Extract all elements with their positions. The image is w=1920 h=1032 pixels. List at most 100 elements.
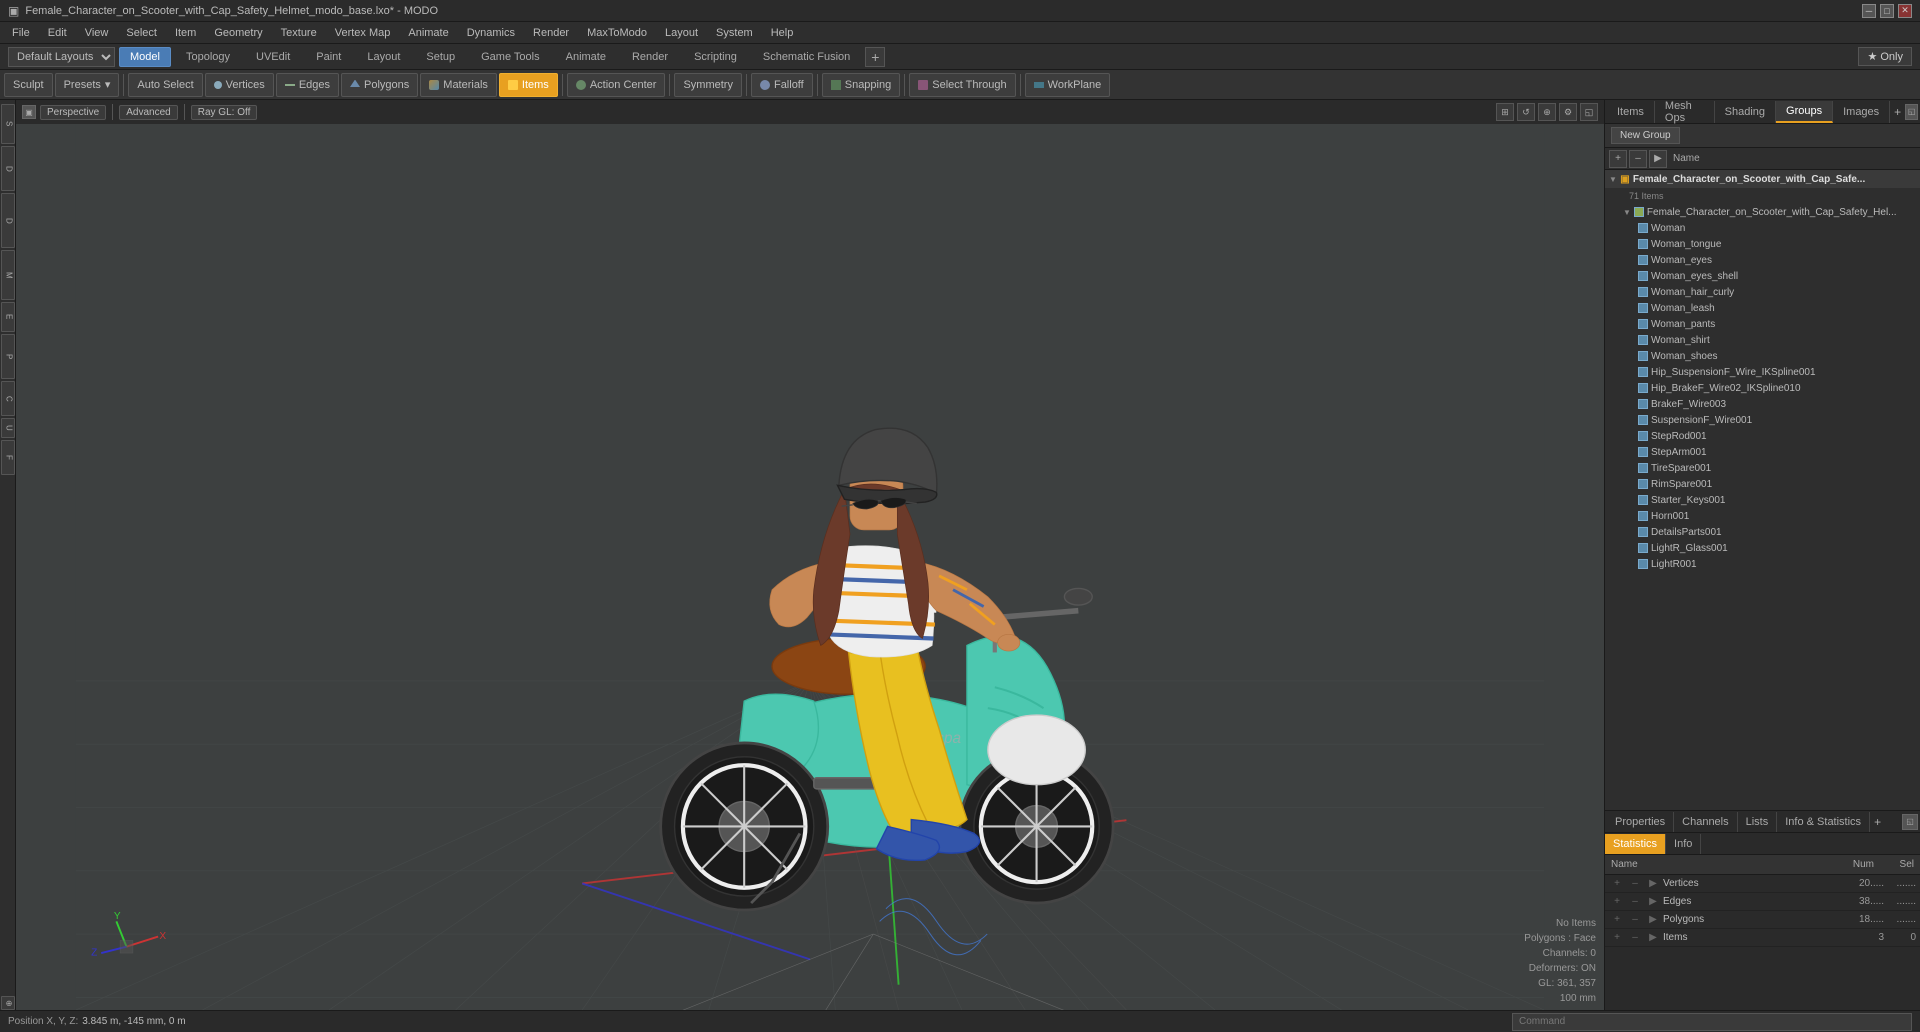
panel-tab-items[interactable]: Items — [1607, 101, 1655, 123]
list-item[interactable]: DetailsParts001 — [1605, 524, 1920, 540]
tab-scripting[interactable]: Scripting — [683, 47, 748, 67]
list-item[interactable]: Woman_eyes_shell — [1605, 268, 1920, 284]
subtab-statistics[interactable]: Statistics — [1605, 834, 1666, 854]
presets-button[interactable]: Presets ▾ — [55, 73, 120, 97]
minimize-button[interactable]: ─ — [1862, 4, 1876, 18]
tab-render[interactable]: Render — [621, 47, 679, 67]
stats-minus-icon[interactable]: – — [1627, 932, 1643, 943]
list-item[interactable]: Starter_Keys001 — [1605, 492, 1920, 508]
sidebar-curve[interactable]: C — [1, 381, 15, 416]
stats-play-icon[interactable]: ▶ — [1645, 896, 1661, 907]
command-input[interactable]: Command — [1512, 1013, 1912, 1031]
viewport-zoom-icon[interactable]: ⊕ — [1538, 103, 1556, 121]
titlebar-controls[interactable]: ─ □ ✕ — [1862, 4, 1912, 18]
tab-model[interactable]: Model — [119, 47, 171, 67]
menu-file[interactable]: File — [4, 25, 38, 41]
menu-item[interactable]: Item — [167, 25, 204, 41]
list-item[interactable]: Woman_pants — [1605, 316, 1920, 332]
stats-play-icon[interactable]: ▶ — [1645, 914, 1661, 925]
menu-geometry[interactable]: Geometry — [206, 25, 270, 41]
perspective-button[interactable]: Perspective — [40, 105, 106, 120]
menu-help[interactable]: Help — [763, 25, 802, 41]
menu-layout[interactable]: Layout — [657, 25, 706, 41]
tab-topology[interactable]: Topology — [175, 47, 241, 67]
list-item[interactable]: Woman_hair_curly — [1605, 284, 1920, 300]
menu-maxtomodo[interactable]: MaxToModo — [579, 25, 655, 41]
list-item[interactable]: StepRod001 — [1605, 428, 1920, 444]
falloff-button[interactable]: Falloff — [751, 73, 813, 97]
tab-setup[interactable]: Setup — [415, 47, 466, 67]
subtab-info[interactable]: Info — [1666, 834, 1701, 854]
stats-plus-icon[interactable]: + — [1609, 932, 1625, 943]
tab-properties[interactable]: Properties — [1607, 812, 1674, 832]
stats-minus-icon[interactable]: – — [1627, 878, 1643, 889]
snapping-button[interactable]: Snapping — [822, 73, 901, 97]
tab-animate[interactable]: Animate — [555, 47, 617, 67]
tab-uvedit[interactable]: UVEdit — [245, 47, 301, 67]
only-button[interactable]: ★ Only — [1858, 47, 1912, 66]
menu-render[interactable]: Render — [525, 25, 577, 41]
tree-view[interactable]: ▼ ▣ Female_Character_on_Scooter_with_Cap… — [1605, 170, 1920, 810]
list-item[interactable]: Hip_BrakeF_Wire02_IKSpline010 — [1605, 380, 1920, 396]
viewport-expand-icon[interactable]: ◱ — [1580, 103, 1598, 121]
tab-info-statistics[interactable]: Info & Statistics — [1777, 812, 1870, 832]
sidebar-sculpt[interactable]: S — [1, 104, 15, 144]
materials-button[interactable]: Materials — [420, 73, 497, 97]
list-item[interactable]: ▼ Female_Character_on_Scooter_with_Cap_S… — [1605, 204, 1920, 220]
list-item[interactable]: Woman_shoes — [1605, 348, 1920, 364]
tab-lists[interactable]: Lists — [1738, 812, 1778, 832]
tree-minus-button[interactable]: – — [1629, 150, 1647, 168]
stats-plus-icon[interactable]: + — [1609, 896, 1625, 907]
sidebar-polygon[interactable]: P — [1, 334, 15, 379]
menu-select[interactable]: Select — [118, 25, 165, 41]
panel-tab-groups[interactable]: Groups — [1776, 101, 1833, 123]
list-item[interactable]: Woman_eyes — [1605, 252, 1920, 268]
tree-add-button[interactable]: + — [1609, 150, 1627, 168]
panel-tab-add[interactable]: + — [1890, 103, 1905, 121]
symmetry-button[interactable]: Symmetry — [674, 73, 742, 97]
list-item[interactable]: RimSpare001 — [1605, 476, 1920, 492]
menu-animate[interactable]: Animate — [400, 25, 456, 41]
viewport[interactable]: ▣ Perspective Advanced Ray GL: Off ⊞ ↺ ⊕… — [16, 100, 1604, 1010]
tab-schematic-fusion[interactable]: Schematic Fusion — [752, 47, 861, 67]
stats-play-icon[interactable]: ▶ — [1645, 878, 1661, 889]
stats-row-items[interactable]: + – ▶ Items 3 0 — [1605, 929, 1920, 947]
vertices-button[interactable]: Vertices — [205, 73, 274, 97]
action-center-button[interactable]: Action Center — [567, 73, 666, 97]
panel-tab-shading[interactable]: Shading — [1715, 101, 1776, 123]
stats-play-icon[interactable]: ▶ — [1645, 932, 1661, 943]
select-through-button[interactable]: Select Through — [909, 73, 1015, 97]
maximize-button[interactable]: □ — [1880, 4, 1894, 18]
viewport-rotate-icon[interactable]: ↺ — [1517, 103, 1535, 121]
stats-row-vertices[interactable]: + – ▶ Vertices 20..... ....... — [1605, 875, 1920, 893]
sidebar-edge[interactable]: E — [1, 302, 15, 332]
auto-select-button[interactable]: Auto Select — [128, 73, 202, 97]
list-item[interactable]: Horn001 — [1605, 508, 1920, 524]
tab-paint[interactable]: Paint — [305, 47, 352, 67]
add-layout-button[interactable]: + — [865, 47, 885, 67]
edges-button[interactable]: Edges — [276, 73, 339, 97]
sidebar-duplicate[interactable]: D — [1, 193, 15, 248]
list-item[interactable]: StepArm001 — [1605, 444, 1920, 460]
new-group-button[interactable]: New Group — [1611, 127, 1680, 144]
viewport-fit-icon[interactable]: ⊞ — [1496, 103, 1514, 121]
panel-tab-images[interactable]: Images — [1833, 101, 1890, 123]
tab-game-tools[interactable]: Game Tools — [470, 47, 551, 67]
menu-dynamics[interactable]: Dynamics — [459, 25, 523, 41]
menu-edit[interactable]: Edit — [40, 25, 75, 41]
workplane-button[interactable]: WorkPlane — [1025, 73, 1111, 97]
stats-plus-icon[interactable]: + — [1609, 914, 1625, 925]
panel-expand-icon[interactable]: ◱ — [1905, 104, 1918, 120]
list-item[interactable]: Woman_tongue — [1605, 236, 1920, 252]
list-item[interactable]: LightR_Glass001 — [1605, 540, 1920, 556]
menu-system[interactable]: System — [708, 25, 761, 41]
stats-row-edges[interactable]: + – ▶ Edges 38..... ....... — [1605, 893, 1920, 911]
viewport-menu-icon[interactable]: ▣ — [22, 105, 36, 119]
tab-layout[interactable]: Layout — [356, 47, 411, 67]
stats-minus-icon[interactable]: – — [1627, 896, 1643, 907]
sidebar-deform[interactable]: D — [1, 146, 15, 191]
stats-minus-icon[interactable]: – — [1627, 914, 1643, 925]
stats-row-polygons[interactable]: + – ▶ Polygons 18..... ....... — [1605, 911, 1920, 929]
sidebar-mesh-edit[interactable]: M — [1, 250, 15, 300]
layouts-dropdown[interactable]: Default Layouts — [8, 47, 115, 67]
